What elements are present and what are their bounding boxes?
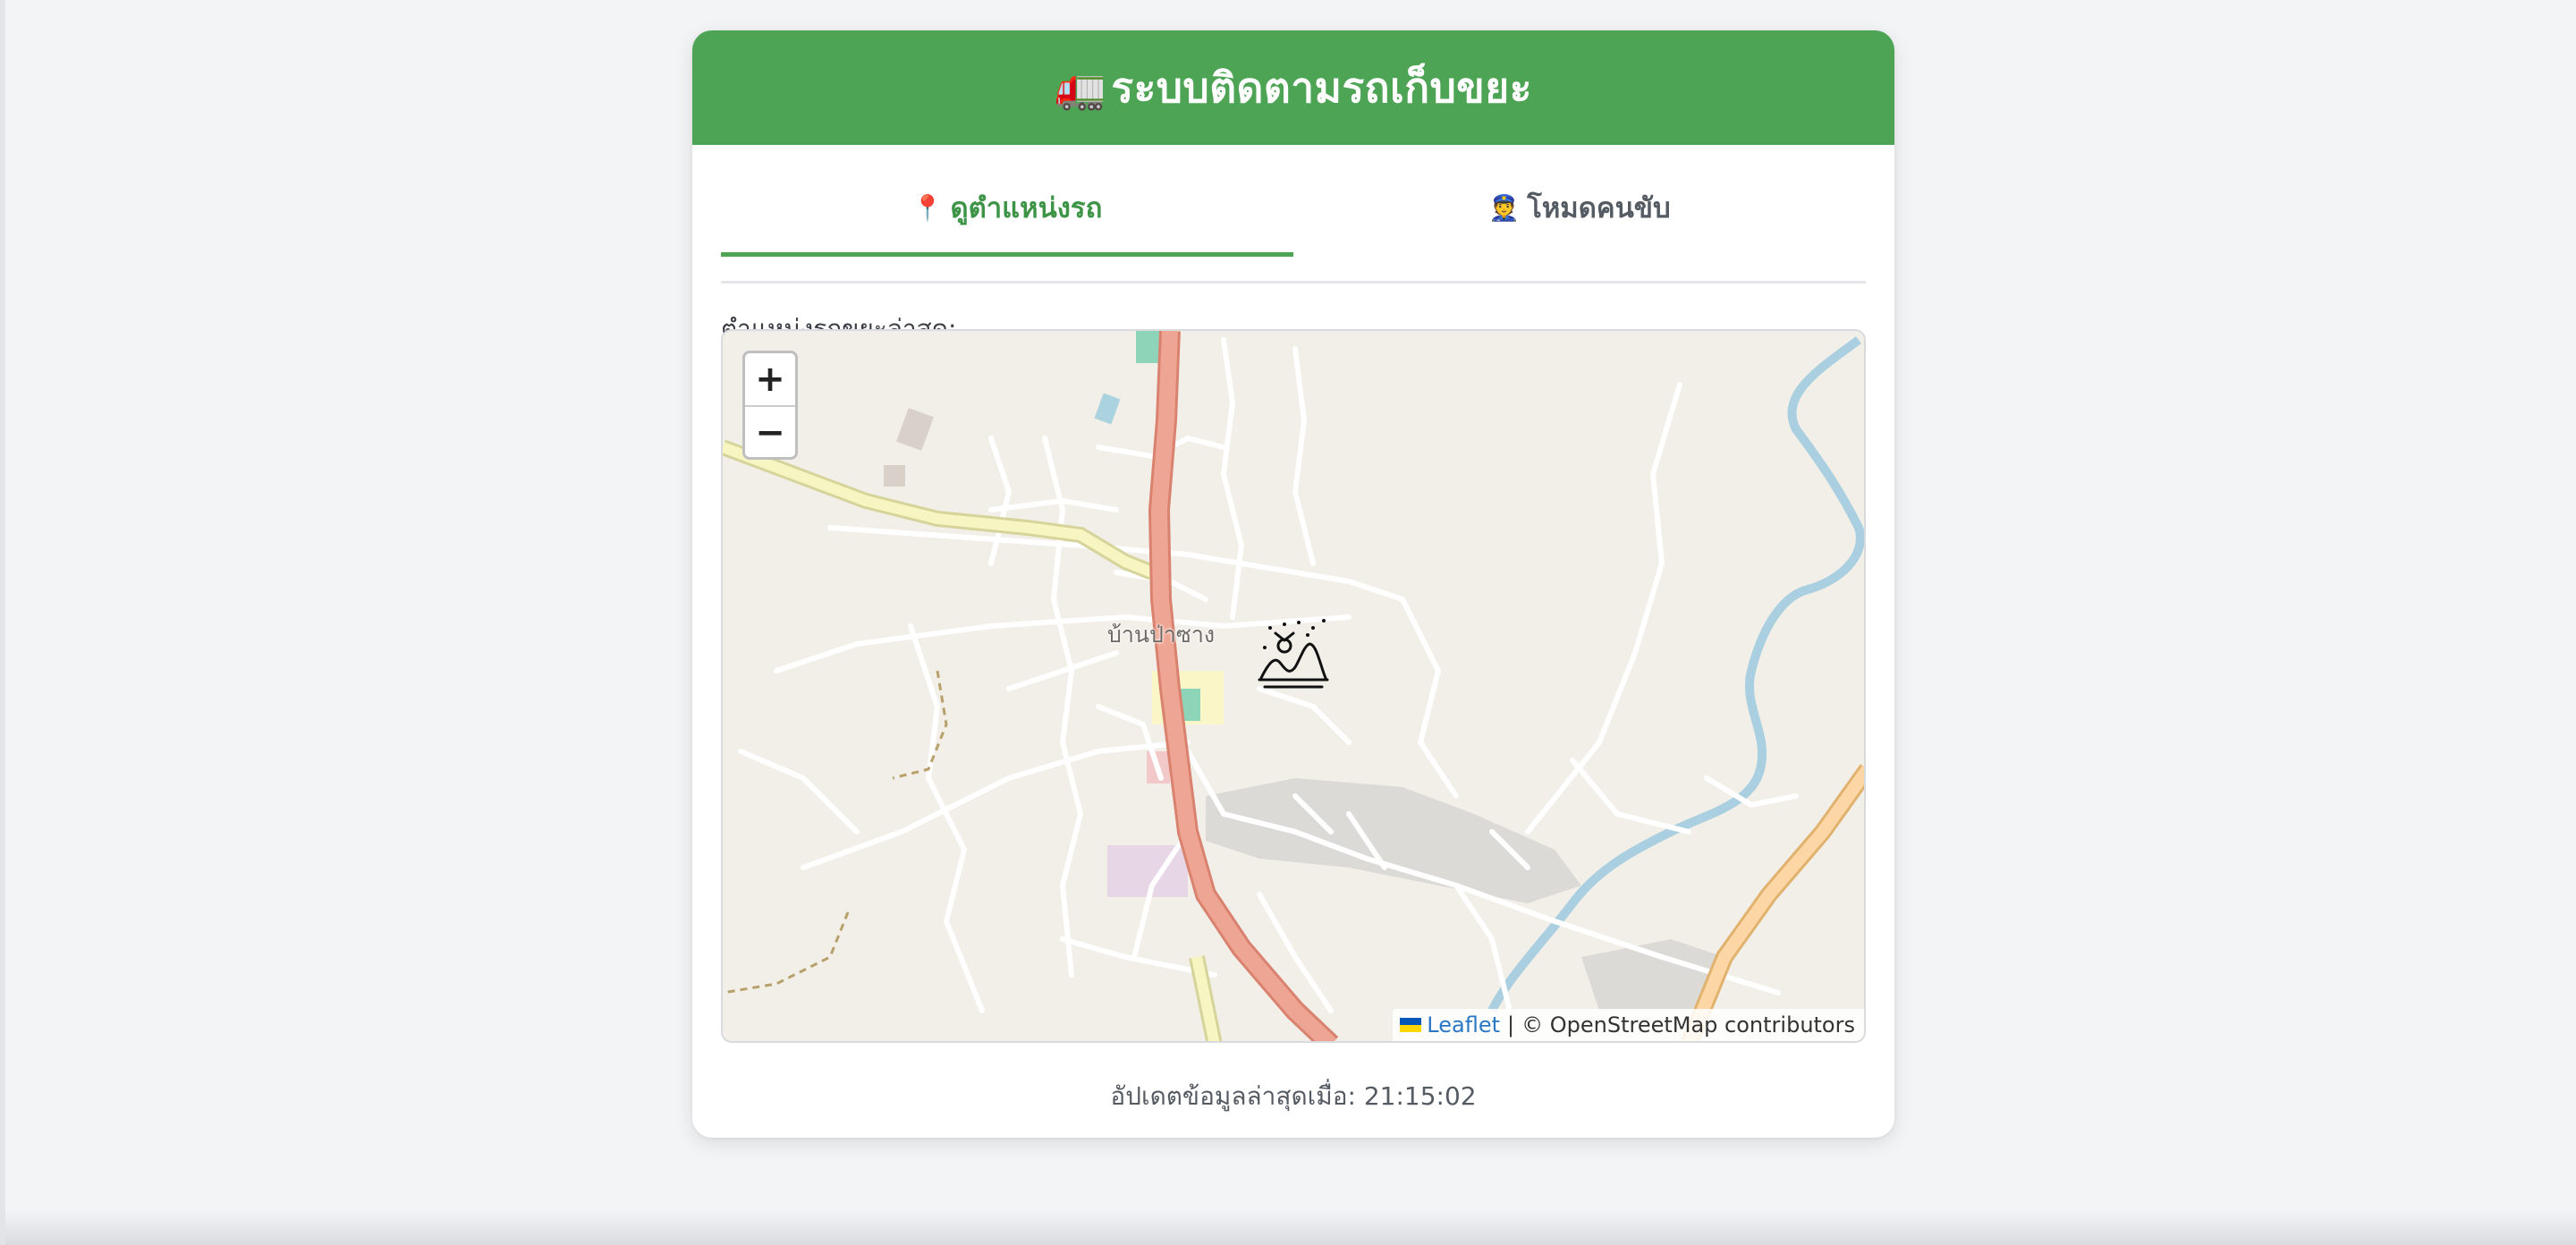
tracker-card: 🚛 ระบบติดตามรถเก็บขยะ 📍 ดูตำแหน่งรถ 👮 โห… [692,30,1894,1138]
driver-icon: 👮 [1488,192,1521,223]
app-header: 🚛 ระบบติดตามรถเก็บขยะ [692,30,1894,145]
zoom-in-button[interactable]: + [745,353,795,407]
place-label: บ้านป่าซาง [1107,622,1216,648]
tab-view-location[interactable]: 📍 ดูตำแหน่งรถ [721,161,1293,257]
leaflet-link[interactable]: Leaflet [1427,1012,1500,1038]
app-title: ระบบติดตามรถเก็บขยะ [1111,63,1532,112]
bottom-shade [5,1209,2576,1245]
last-updated-text: อัปเดตข้อมูลล่าสุดเมื่อ: 21:15:02 [1110,1081,1477,1111]
tab-driver-mode-label: โหมดคนขับ [1527,192,1671,224]
zoom-out-button[interactable]: − [745,407,795,457]
map-view[interactable]: บ้านป่าซาง + − Leaflet | © OpenStreetMap… [721,329,1866,1043]
attribution-separator: | [1507,1012,1515,1038]
map-attribution: Leaflet | © OpenStreetMap contributors [1393,1009,1864,1041]
page: 🚛 ระบบติดตามรถเก็บขยะ 📍 ดูตำแหน่งรถ 👮 โห… [0,0,2576,1245]
zoom-control: + − [742,351,798,460]
truck-location-marker-icon[interactable] [1254,615,1333,694]
truck-icon: 🚛 [1055,64,1106,112]
pin-icon: 📍 [911,192,944,223]
ukraine-flag-icon [1400,1018,1422,1032]
tab-driver-mode[interactable]: 👮 โหมดคนขับ [1293,161,1866,254]
osm-attribution-text: © OpenStreetMap contributors [1521,1012,1855,1038]
tab-bar: 📍 ดูตำแหน่งรถ 👮 โหมดคนขับ [721,188,1866,284]
tab-view-location-label: ดูตำแหน่งรถ [950,192,1103,224]
